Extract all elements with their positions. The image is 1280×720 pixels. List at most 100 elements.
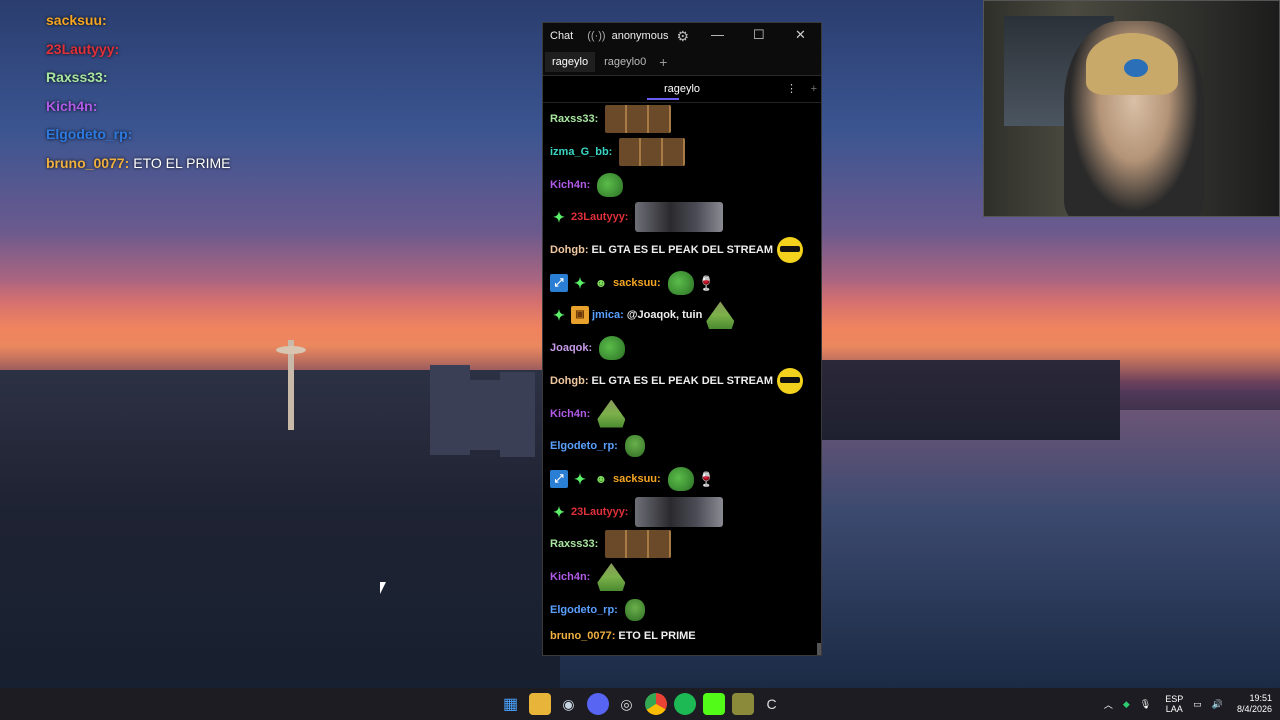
- prime-badge-icon[interactable]: ⤢: [550, 273, 568, 292]
- wine-emote-icon[interactable]: 🍷: [698, 471, 715, 487]
- title-bar[interactable]: Chat ((·)) anonymous ⚙ — ☐ ✕: [543, 23, 821, 49]
- language-indicator[interactable]: ESP LAA: [1165, 694, 1183, 714]
- message-list[interactable]: Raxss33: izma_G_bb: Kich4n: ✦ 23Lautyyy: Dohg…: [543, 103, 821, 646]
- chrome-icon[interactable]: [644, 693, 667, 715]
- group-emote-icon[interactable]: [619, 138, 686, 167]
- small-pepe-emote-icon[interactable]: [624, 598, 645, 621]
- overlay-colon: :: [114, 40, 120, 57]
- chat-window[interactable]: Chat ((·)) anonymous ⚙ — ☐ ✕ rageylo rag…: [542, 22, 822, 656]
- chat-message[interactable]: Dohgb: EL GTA ES EL PEAK DEL STREAM: [550, 365, 821, 398]
- chat-message[interactable]: Kich4n:: [550, 397, 821, 430]
- ccleaner-icon[interactable]: C: [761, 693, 783, 715]
- wine-emote-icon[interactable]: 🍷: [698, 275, 715, 291]
- start-icon[interactable]: ▦: [500, 693, 522, 715]
- tab-rageylo[interactable]: rageylo: [545, 52, 596, 72]
- chat-message[interactable]: ✦ 23Lautyyy:: [550, 495, 821, 528]
- small-pepe-emote-icon[interactable]: [624, 435, 645, 458]
- chat-username[interactable]: 23Lautyyy:: [571, 211, 628, 223]
- security-icon[interactable]: ◆: [1123, 699, 1130, 710]
- chat-message[interactable]: Kich4n:: [550, 561, 821, 594]
- chat-username[interactable]: bruno_0077:: [550, 630, 615, 642]
- chat-username[interactable]: sacksuu:: [613, 473, 661, 485]
- star-badge-icon[interactable]: ✦: [550, 208, 568, 226]
- star-badge-icon[interactable]: ✦: [571, 274, 589, 292]
- chat-username[interactable]: sacksuu:: [613, 277, 661, 289]
- chat-username[interactable]: Raxss33:: [550, 538, 598, 550]
- chat-message[interactable]: ✦ 23Lautyyy:: [550, 201, 821, 234]
- channel-header: rageylo ⋮ +: [543, 76, 821, 103]
- chatterino-icon[interactable]: ◎: [616, 693, 638, 715]
- scrollbar[interactable]: [817, 643, 821, 655]
- chat-username[interactable]: jmica:: [592, 309, 624, 321]
- chat-message[interactable]: ✦ ▣ jmica: @Joaqok, tuin: [550, 299, 821, 332]
- chat-username[interactable]: Elgodeto_rp:: [550, 440, 618, 452]
- account-name[interactable]: anonymous: [612, 30, 669, 42]
- chat-username[interactable]: Raxss33:: [550, 113, 598, 125]
- add-split-icon[interactable]: +: [811, 76, 817, 102]
- close-icon[interactable]: ✕: [795, 27, 806, 43]
- steam-icon[interactable]: ◉: [558, 693, 580, 715]
- network-icon[interactable]: ▭: [1193, 699, 1202, 710]
- chat-username[interactable]: Elgodeto_rp:: [550, 604, 618, 616]
- chat-message[interactable]: Dohgb: EL GTA ES EL PEAK DEL STREAM: [550, 234, 821, 267]
- star-badge-icon[interactable]: ✦: [571, 470, 589, 488]
- hat-pepe-emote-icon[interactable]: [706, 301, 735, 330]
- spotify-icon[interactable]: [673, 693, 696, 715]
- group-emote-icon[interactable]: [605, 530, 672, 559]
- microphone-icon[interactable]: 🎙: [1140, 699, 1151, 710]
- pepe-emote-icon[interactable]: [667, 466, 694, 491]
- pepe-emote-icon[interactable]: [599, 336, 626, 361]
- chat-username[interactable]: Dohgb:: [550, 375, 588, 387]
- chat-message[interactable]: ⤢ ✦ ☻ sacksuu: 🍷: [550, 266, 821, 299]
- chat-username[interactable]: izma_G_bb:: [550, 146, 612, 158]
- bot-badge-icon[interactable]: ☻: [592, 274, 610, 292]
- chat-message[interactable]: Joaqok:: [550, 332, 821, 365]
- chat-message[interactable]: Elgodeto_rp:: [550, 593, 821, 626]
- volume-icon[interactable]: 🔊: [1212, 699, 1223, 710]
- chat-message[interactable]: Raxss33:: [550, 528, 821, 561]
- maximize-icon[interactable]: ☐: [753, 27, 765, 43]
- chevron-up-icon[interactable]: ︿: [1104, 698, 1113, 711]
- pepe-emote-icon[interactable]: [667, 270, 694, 295]
- chat-message[interactable]: bruno_0077: ETO EL PRIME: [550, 626, 821, 646]
- chat-username[interactable]: 23Lautyyy:: [571, 506, 628, 518]
- discord-icon[interactable]: [586, 693, 609, 715]
- chat-username[interactable]: Kich4n:: [550, 408, 590, 420]
- file-explorer-icon[interactable]: [528, 693, 551, 715]
- chat-message[interactable]: ⤢ ✦ ☻ sacksuu: 🍷: [550, 463, 821, 496]
- more-icon[interactable]: ⋮: [786, 76, 797, 102]
- chat-message[interactable]: Kich4n:: [550, 168, 821, 201]
- chat-message[interactable]: Raxss33:: [550, 103, 821, 136]
- add-tab-icon[interactable]: +: [659, 54, 667, 70]
- overlay-chat-line: bruno_0077: ETO EL PRIME: [46, 149, 346, 178]
- chat-message[interactable]: izma_G_bb:: [550, 136, 821, 169]
- gift-badge-icon[interactable]: ▣: [571, 306, 589, 325]
- lang-bottom: LAA: [1165, 704, 1183, 714]
- hat-pepe-emote-icon[interactable]: [597, 399, 626, 428]
- photo-emote-icon[interactable]: [635, 202, 724, 233]
- overlay-username: sacksuu: [46, 12, 103, 29]
- overlay-message-text: ETO EL PRIME: [133, 154, 231, 171]
- hat-pepe-emote-icon[interactable]: [597, 562, 626, 591]
- prime-badge-icon[interactable]: ⤢: [550, 469, 568, 488]
- photo-emote-icon[interactable]: [635, 496, 724, 527]
- chat-message[interactable]: Elgodeto_rp:: [550, 430, 821, 463]
- group-emote-icon[interactable]: [605, 105, 672, 134]
- emote-app-icon[interactable]: [731, 693, 754, 715]
- minimize-icon[interactable]: —: [711, 27, 724, 42]
- star-badge-icon[interactable]: ✦: [550, 503, 568, 521]
- sunglasses-emote-icon[interactable]: [777, 367, 804, 394]
- webcam-hat-logo: [1124, 59, 1148, 77]
- tab-rageylo0[interactable]: rageylo0: [597, 52, 653, 72]
- bot-badge-icon[interactable]: ☻: [592, 470, 610, 488]
- gear-icon[interactable]: ⚙: [676, 28, 689, 45]
- star-badge-icon[interactable]: ✦: [550, 306, 568, 324]
- chat-username[interactable]: Kich4n:: [550, 571, 590, 583]
- chat-username[interactable]: Kich4n:: [550, 179, 590, 191]
- chat-username[interactable]: Joaqok:: [550, 342, 592, 354]
- clock[interactable]: 19:51 8/4/2026: [1237, 693, 1272, 715]
- chat-username[interactable]: Dohgb:: [550, 244, 588, 256]
- pepe-emote-icon[interactable]: [597, 172, 624, 197]
- kick-icon[interactable]: [702, 693, 725, 715]
- sunglasses-emote-icon[interactable]: [777, 237, 804, 264]
